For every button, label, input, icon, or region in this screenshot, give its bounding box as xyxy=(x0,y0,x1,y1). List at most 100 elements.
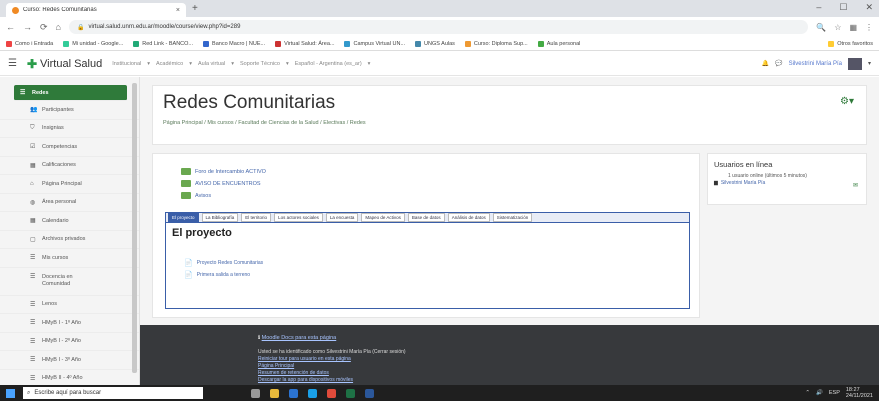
sidebar-item-redes[interactable]: ☰ Redes xyxy=(14,85,127,101)
site-logo[interactable]: ✚ Virtual Salud xyxy=(27,57,102,71)
sidebar-item-calendario[interactable]: ▦ Calendario xyxy=(0,212,139,231)
url-field[interactable]: 🔒 virtual.salud.unrn.edu.ar/moodle/cours… xyxy=(68,20,809,34)
home-link[interactable]: Página Principal xyxy=(258,363,294,369)
language-menu[interactable]: Español - Argentina (es_ar) xyxy=(295,61,362,67)
sidebar-item-competencias[interactable]: ☑ Competencias xyxy=(0,138,139,157)
activity-avisos[interactable]: Avisos xyxy=(181,192,211,199)
maximize-icon[interactable]: ☐ xyxy=(839,2,847,13)
sidebar-item-participantes[interactable]: 👥 Participantes xyxy=(0,101,139,120)
tab-actores[interactable]: Los actores sociales xyxy=(274,213,323,222)
other-bookmarks[interactable]: Otros favoritos xyxy=(828,40,873,47)
messages-icon[interactable]: 💬 xyxy=(775,60,782,67)
task-view-icon[interactable] xyxy=(251,388,260,398)
tab-close-icon[interactable]: × xyxy=(176,7,180,14)
resource-salida[interactable]: 📄 Primera salida a terreno xyxy=(184,271,250,279)
sidebar-scrollbar[interactable] xyxy=(132,83,137,373)
users-icon: 👥 xyxy=(30,107,38,114)
clock[interactable]: 18:27 24/11/2021 xyxy=(846,387,873,399)
menu-soporte[interactable]: Soporte Técnico xyxy=(240,61,280,67)
user-menu-chevron-icon[interactable]: ▾ xyxy=(868,60,871,67)
bookmark-item[interactable]: Banco Macro | NUE... xyxy=(203,40,265,47)
sidebar-item-calificaciones[interactable]: ▦ Calificaciones xyxy=(0,157,139,175)
minimize-icon[interactable]: – xyxy=(816,2,821,13)
bookmark-item[interactable]: Curso: Diploma Sup... xyxy=(464,40,528,47)
taskbar-search[interactable]: ⌕ Escribe aquí para buscar xyxy=(23,387,203,399)
bookmark-icon xyxy=(6,40,12,47)
wifi-icon[interactable]: ⌃ xyxy=(805,390,810,396)
tab-territorio[interactable]: El territorio xyxy=(241,213,272,222)
back-icon[interactable]: ← xyxy=(6,22,15,32)
bookmark-item[interactable]: Red Link - BANCO... xyxy=(133,40,193,47)
close-window-icon[interactable]: ✕ xyxy=(865,2,873,13)
online-count: 1 usuario online (últimos 5 minutos) xyxy=(728,173,807,179)
tab-el-proyecto[interactable]: El proyecto xyxy=(168,213,199,222)
activity-aviso[interactable]: AVISO DE ENCUENTROS xyxy=(181,180,261,187)
star-icon[interactable]: ☆ xyxy=(834,23,841,32)
page-footer: ℹ Moodle Docs para esta página Usted se … xyxy=(140,325,879,385)
sidebar-item-hmyb-3[interactable]: ☰ HMyB I - 3º Año xyxy=(0,351,139,370)
sidebar-item-mis-cursos[interactable]: ☰ Mis cursos xyxy=(0,249,139,268)
notifications-icon[interactable]: 🔔 xyxy=(762,60,769,67)
store-icon[interactable] xyxy=(289,388,298,398)
user-name[interactable]: Silvestrini María Pía xyxy=(789,61,842,67)
login-info[interactable]: Usted se ha identificado como Silvestrin… xyxy=(258,349,406,355)
tab-sistematizacion[interactable]: Sistematización xyxy=(492,213,533,222)
message-icon[interactable]: ✉ xyxy=(853,182,858,189)
tab-analisis[interactable]: Análisis de datos xyxy=(447,213,490,222)
word-icon[interactable] xyxy=(365,388,374,398)
tab-encuesta[interactable]: La encuesta xyxy=(325,213,359,222)
zoom-icon[interactable]: 🔍 xyxy=(816,23,826,32)
tab-mapeo[interactable]: Mapeo de Activos xyxy=(361,213,405,222)
browser-tab[interactable]: Curso: Redes Comunitarias × xyxy=(6,3,186,17)
reset-tour-link[interactable]: Reiniciar tour para usuario en esta pági… xyxy=(258,356,351,362)
windows-start-icon[interactable] xyxy=(6,388,15,398)
nav-drawer: ☰ Redes 👥 Participantes ⛉ Insignias ☑ Compet… xyxy=(0,77,140,388)
bookmark-item[interactable]: UNGS Aulas xyxy=(415,40,455,47)
moodle-docs-link[interactable]: ℹ Moodle Docs para esta página xyxy=(258,335,336,341)
breadcrumb[interactable]: Página Principal / Mis cursos / Facultad… xyxy=(163,120,366,126)
tab-base-datos[interactable]: Base de datos xyxy=(407,213,445,222)
data-retention-link[interactable]: Resumen de retención de datos xyxy=(258,370,329,376)
sidebar-item-docencia[interactable]: ☰ Docencia en Comunidad xyxy=(0,268,139,296)
bookmark-icon xyxy=(537,40,544,47)
avatar[interactable] xyxy=(847,57,862,70)
extensions-icon[interactable]: ▦ xyxy=(849,23,857,32)
language-indicator[interactable]: ESP xyxy=(829,390,840,396)
sidebar-item-pagina-principal[interactable]: ⌂ Página Principal xyxy=(0,175,139,194)
online-user[interactable]: ▆ Silvestrini María Pía xyxy=(714,180,765,186)
bookmark-icon xyxy=(415,40,422,47)
course-icon: ☰ xyxy=(30,301,36,308)
sidebar-item-insignias[interactable]: ⛉ Insignias xyxy=(0,120,139,138)
chrome-icon[interactable] xyxy=(327,388,336,398)
forward-icon[interactable]: → xyxy=(23,22,32,32)
volume-icon[interactable]: 🔊 xyxy=(816,390,823,396)
sidebar-item-lenos[interactable]: ☰ Lenos xyxy=(0,296,139,314)
menu-icon[interactable]: ⋮ xyxy=(865,23,873,32)
menu-academico[interactable]: Académico xyxy=(156,61,183,67)
new-tab-button[interactable]: + xyxy=(192,3,198,14)
sidebar-item-hmyb-2[interactable]: ☰ HMyB I - 2º Año xyxy=(0,333,139,351)
activity-forum[interactable]: Foro de Intercambio ACTIVO xyxy=(181,168,266,175)
sidebar-item-hmyb-1[interactable]: ☰ HMyB I - 1º Año xyxy=(0,314,139,333)
menu-aula-virtual[interactable]: Aula virtual xyxy=(198,61,225,67)
bookmark-item[interactable]: Virtual Salud: Área... xyxy=(275,40,334,47)
course-icon: ☰ xyxy=(30,338,36,345)
menu-institucional[interactable]: Institucional xyxy=(112,61,141,67)
home-icon[interactable]: ⌂ xyxy=(56,22,61,32)
sidebar-item-archivos[interactable]: ▢ Archivos privados xyxy=(0,231,139,249)
gear-icon[interactable]: ⚙▾ xyxy=(840,96,854,107)
excel-icon[interactable] xyxy=(346,388,355,398)
reload-icon[interactable]: ⟳ xyxy=(40,22,48,33)
resource-proyecto[interactable]: 📄 Proyecto Redes Comunitarias xyxy=(184,259,263,267)
bookmark-item[interactable]: Mi unidad - Google... xyxy=(63,40,123,47)
bookmark-icon xyxy=(464,40,471,47)
edge-icon[interactable] xyxy=(308,388,317,398)
hamburger-menu-icon[interactable]: ☰ xyxy=(8,58,17,69)
bookmark-item[interactable]: Campus Virtual UN... xyxy=(344,40,405,47)
sidebar-item-area-personal[interactable]: ◍ Área personal xyxy=(0,194,139,212)
tab-bibliografia[interactable]: La Bibliografía xyxy=(201,213,239,222)
file-explorer-icon[interactable] xyxy=(270,388,279,398)
mobile-app-link[interactable]: Descargar la app para dispositivos móvil… xyxy=(258,377,353,383)
bookmark-item[interactable]: Como i Entrada xyxy=(6,40,53,47)
bookmark-item[interactable]: Aula personal xyxy=(537,40,580,47)
